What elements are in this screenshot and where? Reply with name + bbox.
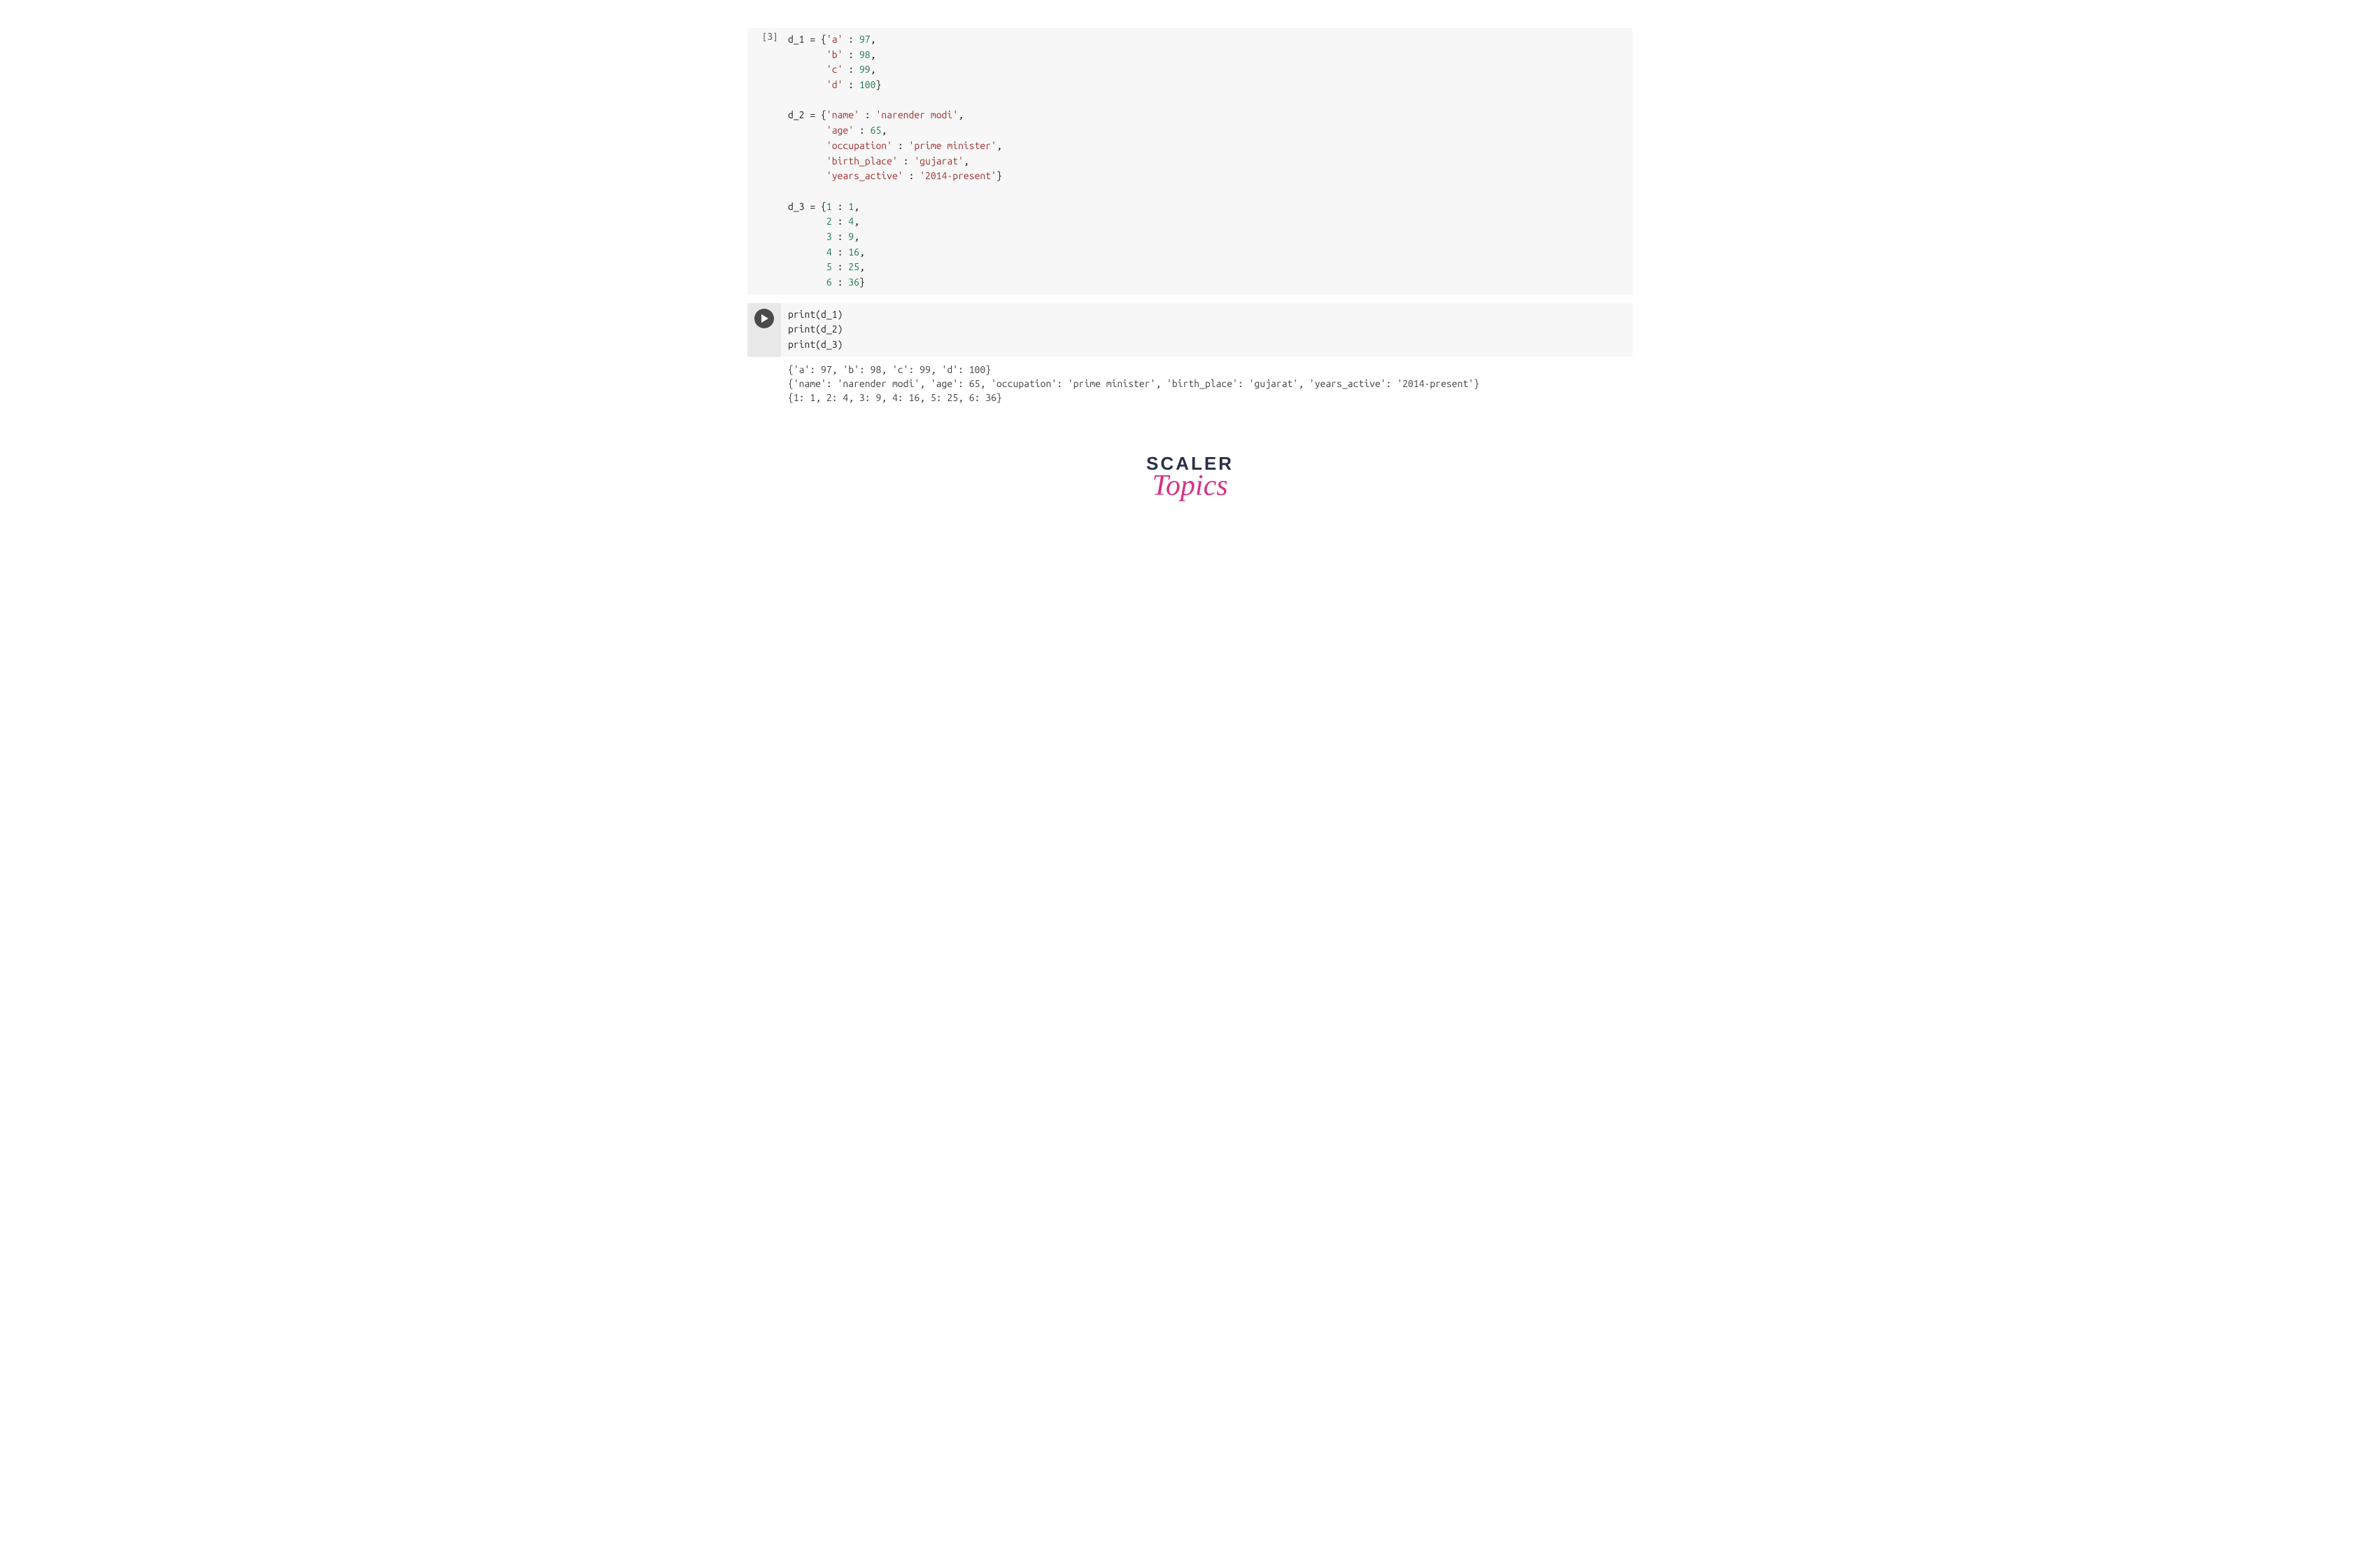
code-token: 98 — [859, 49, 871, 60]
code-token: 'years_active' — [826, 170, 903, 181]
code-cell-2: print(d_1) print(d_2) print(d_3) {'a': 9… — [747, 303, 1633, 411]
cell-input-2: print(d_1) print(d_2) print(d_3) — [747, 303, 1633, 357]
code-token: 36 — [848, 276, 859, 288]
code-editor-1[interactable]: d_1 = {'a' : 97, 'b' : 98, 'c' : 99, 'd'… — [781, 28, 1633, 295]
cell-gutter — [747, 303, 781, 357]
run-cell-button[interactable] — [754, 309, 774, 328]
code-token: 9 — [848, 231, 854, 242]
code-token: 'age' — [826, 125, 854, 136]
output-line: {'a': 97, 'b': 98, 'c': 99, 'd': 100} — [788, 364, 991, 375]
code-token: 4 — [848, 216, 854, 227]
code-token: 'prime minister' — [909, 140, 997, 151]
code-token: 'a' — [826, 34, 843, 45]
code-editor-2[interactable]: print(d_1) print(d_2) print(d_3) — [781, 303, 1633, 357]
code-token: 'occupation' — [826, 140, 892, 151]
code-token: d_1 = { — [788, 34, 826, 45]
code-token: 1 — [848, 201, 854, 212]
cell-input-1: [3] d_1 = {'a' : 97, 'b' : 98, 'c' : 99,… — [747, 28, 1633, 295]
code-token: 5 — [826, 261, 832, 272]
code-token: 'gujarat' — [914, 155, 964, 167]
code-token: 'd' — [826, 79, 843, 90]
play-icon — [761, 314, 769, 323]
code-token: 'b' — [826, 49, 843, 60]
notebook-container: [3] d_1 = {'a' : 97, 'b' : 98, 'c' : 99,… — [747, 28, 1633, 503]
output-line: {1: 1, 2: 4, 3: 9, 4: 16, 5: 25, 6: 36} — [788, 392, 1002, 403]
code-line: print(d_3) — [788, 339, 843, 350]
logo-text-sub: Topics — [747, 469, 1633, 503]
code-token: 16 — [848, 246, 859, 258]
code-token: 'name' — [826, 109, 859, 120]
code-token: 100 — [859, 79, 876, 90]
code-token: 1 — [826, 201, 832, 212]
cell-output: {'a': 97, 'b': 98, 'c': 99, 'd': 100} {'… — [747, 357, 1633, 411]
code-token: '2014-present' — [920, 170, 997, 181]
code-token: d_2 = { — [788, 109, 826, 120]
code-token: 'birth_place' — [826, 155, 898, 167]
code-token: 6 — [826, 276, 832, 288]
code-token: d_3 = { — [788, 201, 826, 212]
code-token: 'narender modi' — [875, 109, 958, 120]
code-token: 3 — [826, 231, 832, 242]
execution-count: [3] — [747, 28, 781, 295]
code-line: print(d_1) — [788, 309, 843, 320]
code-cell-1: [3] d_1 = {'a' : 97, 'b' : 98, 'c' : 99,… — [747, 28, 1633, 295]
brand-logo: SCALER Topics — [747, 453, 1633, 503]
output-line: {'name': 'narender modi', 'age': 65, 'oc… — [788, 378, 1479, 389]
code-token: 4 — [826, 246, 832, 258]
code-line: print(d_2) — [788, 323, 843, 335]
code-token: 97 — [859, 34, 871, 45]
code-token: 25 — [848, 261, 859, 272]
code-token: 99 — [859, 64, 871, 75]
code-token: 65 — [871, 125, 882, 136]
code-token: 'c' — [826, 64, 843, 75]
code-token: 2 — [826, 216, 832, 227]
